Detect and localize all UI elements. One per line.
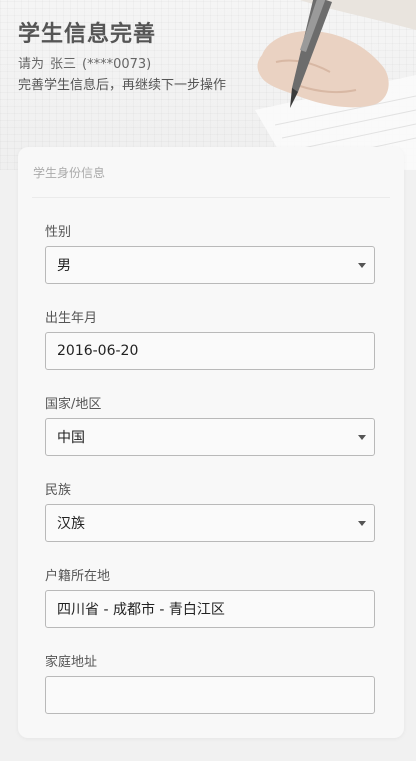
student-id: (****0073) [82,57,152,72]
caret-down-icon [358,262,366,268]
card-header: 学生身份信息 [32,147,390,198]
hukou-value: 四川省 - 成都市 - 青白江区 [57,602,225,618]
greeting-line: 请为 张三 (****0073) [18,53,151,72]
header-banner: 学生信息完善 请为 张三 (****0073) 完善学生信息后，再继续下一步操作 [0,0,416,170]
student-identity-card: 学生身份信息 性别 男 出生年月 2016-06-20 国家/地区 中国 民族 … [18,147,404,738]
birth-date-label: 出生年月 [45,311,98,326]
section-title: 学生身份信息 [33,166,106,180]
country-select[interactable]: 中国 [45,418,375,456]
address-label: 家庭地址 [45,655,98,670]
ethnicity-label: 民族 [45,483,72,498]
caret-down-icon [358,434,366,440]
gender-select[interactable]: 男 [45,246,375,284]
gender-label: 性别 [45,225,72,240]
ethnicity-value: 汉族 [57,516,85,532]
hukou-picker[interactable]: 四川省 - 成都市 - 青白江区 [45,590,375,628]
student-name: 张三 [50,57,77,72]
greeting-prefix: 请为 [18,57,45,72]
caret-down-icon [358,520,366,526]
birth-date-input[interactable]: 2016-06-20 [45,332,375,370]
ethnicity-select[interactable]: 汉族 [45,504,375,542]
address-input[interactable] [45,676,375,714]
instruction-text: 完善学生信息后，再继续下一步操作 [18,78,227,93]
country-label: 国家/地区 [45,397,102,412]
hukou-label: 户籍所在地 [45,569,111,584]
country-value: 中国 [57,430,85,446]
gender-value: 男 [57,258,71,274]
birth-date-value: 2016-06-20 [57,343,139,359]
page-title: 学生信息完善 [18,22,157,47]
